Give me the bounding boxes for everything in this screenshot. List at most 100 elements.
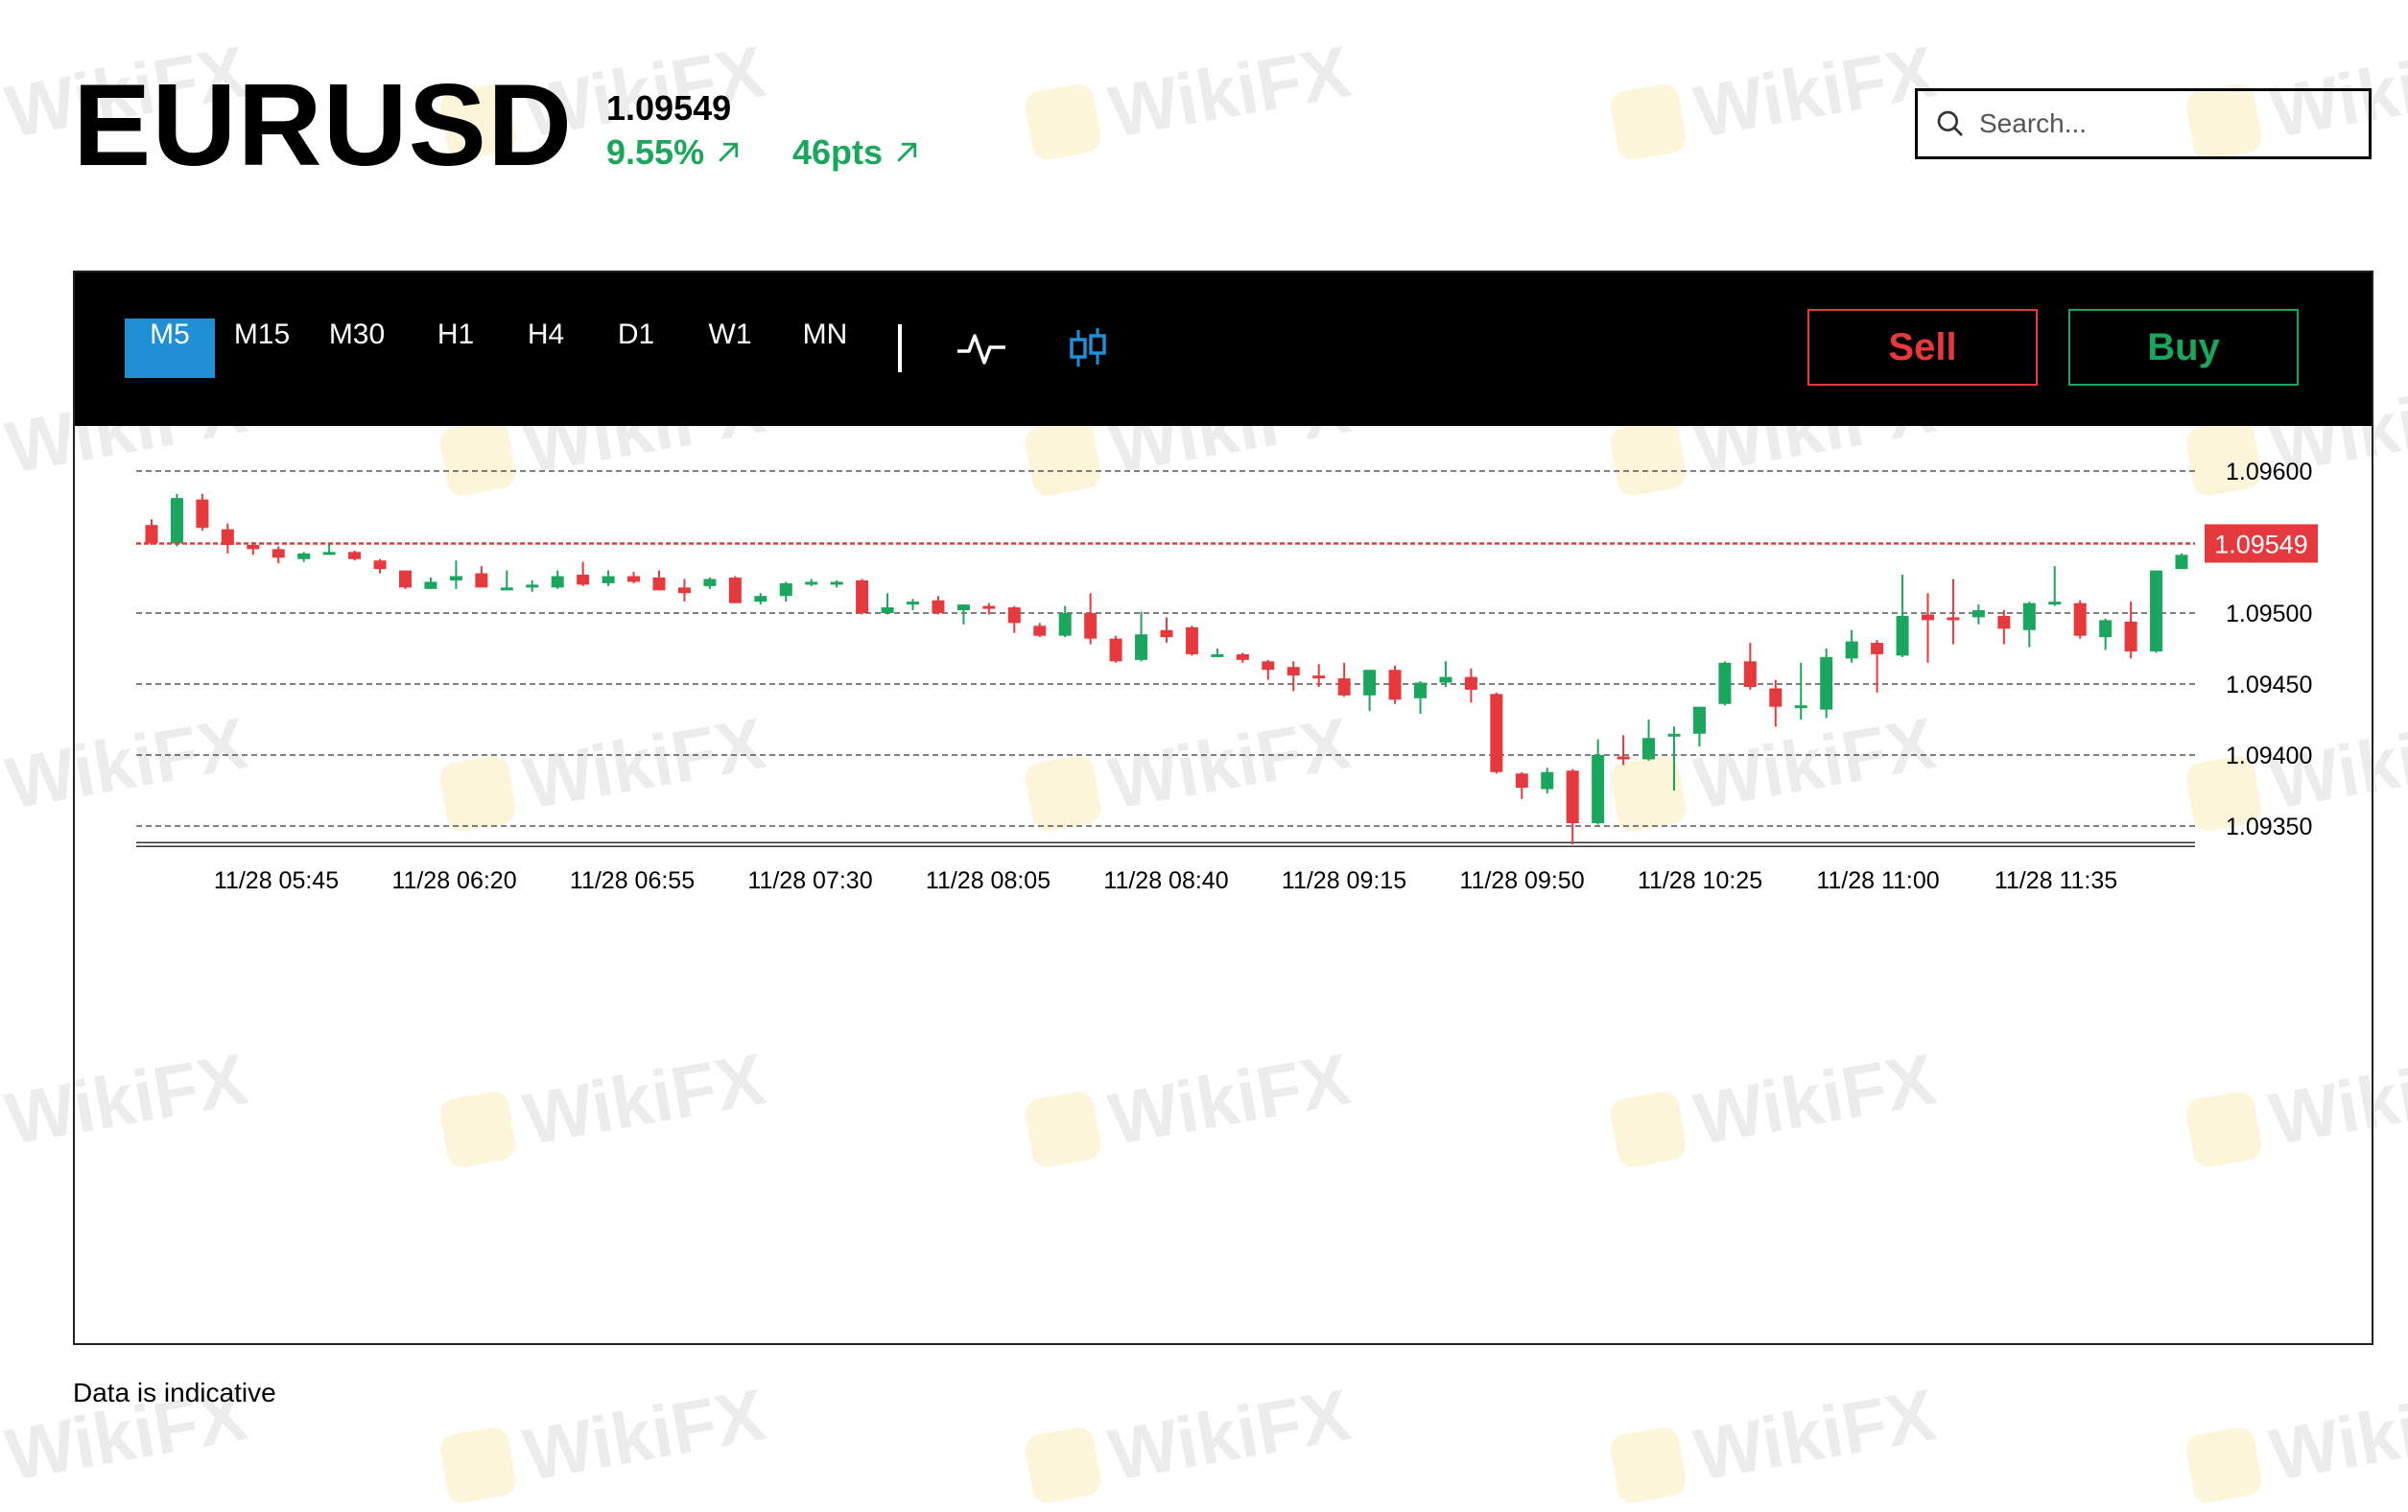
candle-down [1515, 773, 1528, 789]
candlestick-icon[interactable] [1063, 322, 1115, 374]
timeframe-m15[interactable]: M15 [217, 319, 307, 378]
watermark-text: WikiFX [1688, 31, 1942, 154]
candle-down [1947, 617, 1960, 621]
watermark-logo-icon [1608, 1424, 1688, 1505]
x-tick-label: 11/28 09:50 [1459, 867, 1584, 894]
candle-down [1033, 626, 1047, 636]
watermark-logo-icon [2184, 1424, 2264, 1505]
sell-button[interactable]: Sell [1807, 309, 2038, 386]
candle-up [779, 582, 792, 597]
chart-panel: M5 M15 M30 H1 H4 D1 W1 MN Sell Buy 1.096… [73, 271, 2373, 1345]
symbol-title: EURUSD [73, 59, 574, 190]
data-disclaimer: Data is indicative [73, 1378, 276, 1407]
candle-up [2099, 620, 2113, 638]
x-tick-label: 11/28 05:45 [214, 867, 339, 894]
y-tick-label: 1.09450 [2226, 672, 2312, 698]
candle-up [1820, 656, 1833, 710]
current-price-label: 1.09549 [2214, 530, 2308, 558]
timeframe-h1[interactable]: H1 [416, 319, 495, 378]
candle-up [1667, 733, 1681, 737]
x-tick-label: 11/28 11:00 [1816, 867, 1939, 894]
candle-up [881, 607, 894, 613]
candle-down [1287, 667, 1300, 676]
watermark-logo-icon [437, 1424, 518, 1505]
toolbar-divider [898, 324, 902, 372]
candle-down [1617, 756, 1630, 760]
candle-down [932, 600, 945, 613]
candle-down [1997, 615, 2011, 629]
candle-up [500, 587, 513, 591]
search-box[interactable] [1915, 88, 2372, 159]
x-tick-label: 11/28 11:35 [1995, 867, 2117, 894]
candle-up [1414, 682, 1427, 698]
candle-down [728, 578, 742, 603]
candle-down [1871, 643, 1884, 654]
x-tick-label: 11/28 08:05 [926, 867, 1051, 894]
watermark-logo-icon [1023, 81, 1103, 162]
candle-up [1363, 670, 1377, 696]
chart-toolbar: M5 M15 M30 H1 H4 D1 W1 MN Sell Buy [75, 272, 2372, 426]
watermark: WikiFX [1607, 30, 1942, 168]
watermark-text: WikiFX [517, 1374, 771, 1497]
candle-down [1109, 638, 1122, 662]
candle-up [170, 498, 183, 544]
candle-up [830, 581, 843, 585]
timeframe-m30[interactable]: M30 [307, 319, 407, 378]
candle-up [1896, 615, 1909, 656]
candle-down [348, 552, 362, 559]
candle-down [1490, 694, 1503, 772]
candle-down [271, 549, 285, 558]
candle-up [1642, 738, 1656, 760]
candle-up [1592, 755, 1605, 824]
timeframe-mn[interactable]: MN [781, 319, 869, 378]
timeframe-d1[interactable]: D1 [595, 319, 677, 378]
candle-down [247, 544, 260, 550]
candle-up [703, 579, 717, 586]
candle-up [1058, 613, 1072, 636]
candle-up [449, 576, 462, 580]
candle-up [754, 596, 767, 602]
candle-up [602, 576, 615, 583]
x-tick-label: 11/28 08:40 [1103, 867, 1228, 894]
candle-up [2175, 555, 2188, 570]
search-input[interactable] [1977, 107, 2346, 140]
line-chart-icon[interactable] [956, 322, 1007, 374]
x-tick-label: 11/28 09:15 [1282, 867, 1406, 894]
candlestick-chart: 1.09600 1.09500 1.09450 1.09400 1.09350 11/28… [136, 459, 2318, 894]
candle-down [1007, 607, 1021, 624]
candle-down [677, 587, 691, 594]
candle-up [322, 552, 336, 555]
candle-down [1566, 770, 1579, 824]
candle-up [1541, 771, 1554, 790]
watermark-text: WikiFX [1688, 1374, 1942, 1497]
candle-up [1211, 653, 1224, 657]
current-price: 1.09549 [606, 88, 732, 128]
x-tick-label: 11/28 06:20 [391, 867, 516, 894]
candle-down [1337, 678, 1351, 696]
change-points-value: 46pts [792, 132, 884, 172]
candle-down [1312, 675, 1326, 679]
watermark-text: WikiFX [2263, 1374, 2408, 1497]
y-tick-label: 1.09500 [2226, 601, 2312, 627]
candle-down [577, 575, 590, 585]
candle-down [1388, 670, 1402, 700]
candle-up [526, 584, 539, 588]
candle-up [1692, 706, 1706, 734]
candle-down [399, 570, 412, 588]
x-tick-label: 11/28 07:30 [747, 867, 872, 894]
timeframe-w1[interactable]: W1 [685, 319, 775, 378]
candle-up [1439, 676, 1452, 683]
watermark-text: WikiFX [1102, 31, 1357, 154]
buy-button[interactable]: Buy [2068, 309, 2299, 386]
x-tick-label: 11/28 06:55 [570, 867, 695, 894]
candle-down [982, 605, 996, 609]
candle-up [1845, 641, 1858, 659]
x-tick-label: 11/28 10:25 [1638, 867, 1762, 894]
candle-down [856, 579, 869, 613]
watermark: WikiFX [1022, 1373, 1357, 1511]
timeframe-h4[interactable]: H4 [505, 319, 587, 378]
timeframe-m5[interactable]: M5 [125, 319, 215, 378]
candle-down [145, 525, 158, 544]
candle-down [373, 560, 387, 570]
watermark-logo-icon [1023, 1424, 1103, 1505]
